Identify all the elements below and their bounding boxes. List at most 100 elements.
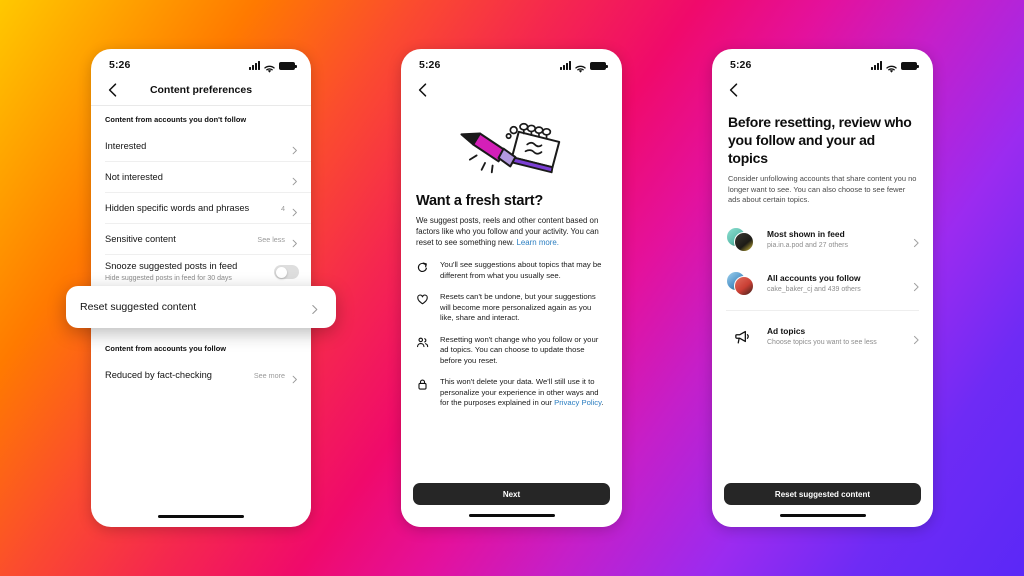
row-main: Snooze suggested posts in feed Hide sugg…: [105, 260, 274, 284]
row-main: Interested: [105, 140, 290, 153]
cta-area: Reset suggested content: [712, 483, 933, 527]
section-header-dont-follow: Content from accounts you don't follow: [105, 115, 247, 124]
avatar: [734, 275, 754, 296]
row-sublabel: pia.in.a.pod and 27 others: [767, 241, 848, 249]
bullet-text: Resetting won't change who you follow or…: [440, 334, 599, 365]
refresh-arrow-icon: [416, 261, 429, 274]
status-bar: 5:26: [712, 49, 933, 75]
row-main: All accounts you follow cake_baker_cj an…: [767, 273, 911, 295]
settings-row-reduced-by-fact-checking[interactable]: Reduced by fact-checking See more: [91, 360, 311, 390]
megaphone-icon: [726, 324, 758, 350]
signal-bars-icon: [871, 60, 882, 70]
fresh-start-heading: Want a fresh start?: [416, 193, 543, 209]
battery-full-icon: [279, 61, 297, 70]
bullet-text: Resets can't be undone, but your suggest…: [440, 292, 596, 322]
toggle-knob: [275, 266, 287, 278]
bullet-item-data-privacy: This won't delete your data. We'll still…: [416, 377, 607, 409]
status-bar: 5:26: [91, 49, 311, 75]
row-main: Reduced by fact-checking: [105, 369, 254, 382]
review-row-most-shown-in-feed[interactable]: Most shown in feed pia.in.a.pod and 27 o…: [712, 218, 933, 262]
learn-more-link[interactable]: Learn more.: [516, 238, 559, 247]
reset-suggested-content-highlight-card[interactable]: Reset suggested content: [66, 286, 336, 328]
review-heading: Before resetting, review who you follow …: [728, 114, 912, 166]
bullet-item-suggestions: You'll see suggestions about topics that…: [416, 260, 607, 281]
chevron-right-icon: [290, 235, 299, 247]
settings-row-snooze-suggested-posts[interactable]: Snooze suggested posts in feed Hide sugg…: [91, 255, 311, 289]
paragraph-text: We suggest posts, reels and other conten…: [416, 216, 599, 247]
row-main: Reset suggested content: [80, 301, 309, 314]
bullet-text-after: .: [601, 398, 604, 407]
chevron-right-icon: [290, 142, 299, 154]
reset-suggested-content-button[interactable]: Reset suggested content: [724, 483, 921, 505]
row-label: All accounts you follow: [767, 272, 861, 283]
next-button[interactable]: Next: [413, 483, 610, 505]
row-main: Most shown in feed pia.in.a.pod and 27 o…: [767, 229, 911, 251]
status-clock: 5:26: [730, 59, 752, 71]
highlight-card-label: Reset suggested content: [80, 300, 197, 313]
status-clock: 5:26: [109, 59, 131, 71]
page-title: Content preferences: [149, 84, 253, 96]
status-icons: [249, 60, 297, 73]
chevron-right-icon: [309, 302, 320, 314]
people-icon: [416, 336, 429, 349]
avatar: [734, 231, 754, 252]
bullet-text: This won't delete your data. We'll still…: [440, 377, 607, 409]
lock-icon: [416, 378, 429, 391]
settings-row-not-interested[interactable]: Not interested: [91, 162, 311, 192]
back-chevron-icon[interactable]: [415, 82, 431, 98]
row-label: Reduced by fact-checking: [105, 369, 212, 380]
status-icons: [871, 60, 919, 73]
home-indicator: [468, 514, 555, 517]
chevron-right-icon: [290, 204, 299, 216]
settings-row-hidden-words[interactable]: Hidden specific words and phrases 4: [91, 193, 311, 223]
heart-icon: [416, 293, 429, 306]
phone-3-review-before-reset: 5:26 Before resetting, review who you fo…: [712, 49, 933, 527]
row-main: Ad topics Choose topics you want to see …: [767, 326, 911, 348]
home-indicator: [158, 515, 244, 518]
review-row-ad-topics[interactable]: Ad topics Choose topics you want to see …: [712, 315, 933, 359]
settings-row-interested[interactable]: Interested: [91, 131, 311, 161]
wifi-icon: [886, 61, 897, 73]
settings-row-sensitive-content[interactable]: Sensitive content See less: [91, 224, 311, 254]
review-paragraph: Consider unfollowing accounts that share…: [728, 174, 917, 204]
row-label: Ad topics: [767, 325, 806, 336]
battery-full-icon: [901, 61, 919, 70]
row-sublabel: Hide suggested posts in feed for 30 days: [105, 275, 232, 282]
row-sublabel: Choose topics you want to see less: [767, 338, 877, 346]
nav-bar: [712, 75, 933, 105]
chevron-right-icon: [290, 173, 299, 185]
privacy-policy-link[interactable]: Privacy Policy: [554, 398, 601, 407]
cta-area: Next: [401, 483, 622, 527]
phone-2-fresh-start: 5:26 Want a fresh start? We suggest post…: [401, 49, 622, 527]
snooze-toggle-switch[interactable]: [274, 265, 299, 279]
nav-bar: Content preferences: [91, 75, 311, 105]
bullet-item-follow-ad-topics: Resetting won't change who you follow or…: [416, 335, 607, 367]
back-chevron-icon[interactable]: [105, 82, 121, 98]
signal-bars-icon: [249, 60, 260, 70]
chevron-right-icon: [911, 235, 920, 248]
bullet-list: You'll see suggestions about topics that…: [401, 248, 622, 409]
status-icons: [560, 60, 608, 73]
wifi-icon: [264, 61, 275, 73]
row-label: Not interested: [105, 171, 163, 182]
back-chevron-icon[interactable]: [726, 82, 742, 98]
signal-bars-icon: [560, 60, 571, 70]
chevron-right-icon: [911, 279, 920, 292]
bullet-text: You'll see suggestions about topics that…: [440, 260, 602, 280]
battery-full-icon: [590, 61, 608, 70]
row-main: Hidden specific words and phrases: [105, 202, 281, 215]
home-indicator: [779, 514, 866, 517]
screenshot-stage: 5:26 Content preferences Content from ac…: [0, 0, 1024, 576]
bullet-item-resets-undone: Resets can't be undone, but your suggest…: [416, 292, 607, 324]
row-count-badge: 4: [281, 203, 285, 213]
row-label: Interested: [105, 140, 147, 151]
review-row-all-accounts-you-follow[interactable]: All accounts you follow cake_baker_cj an…: [712, 262, 933, 306]
row-label: Hidden specific words and phrases: [105, 202, 250, 213]
row-value-see-less: See less: [257, 234, 285, 244]
row-main: Not interested: [105, 171, 290, 184]
row-value-see-more: See more: [253, 370, 285, 380]
wifi-icon: [575, 61, 586, 73]
section-header-you-follow: Content from accounts you follow: [105, 344, 227, 353]
row-label: Sensitive content: [105, 233, 176, 244]
